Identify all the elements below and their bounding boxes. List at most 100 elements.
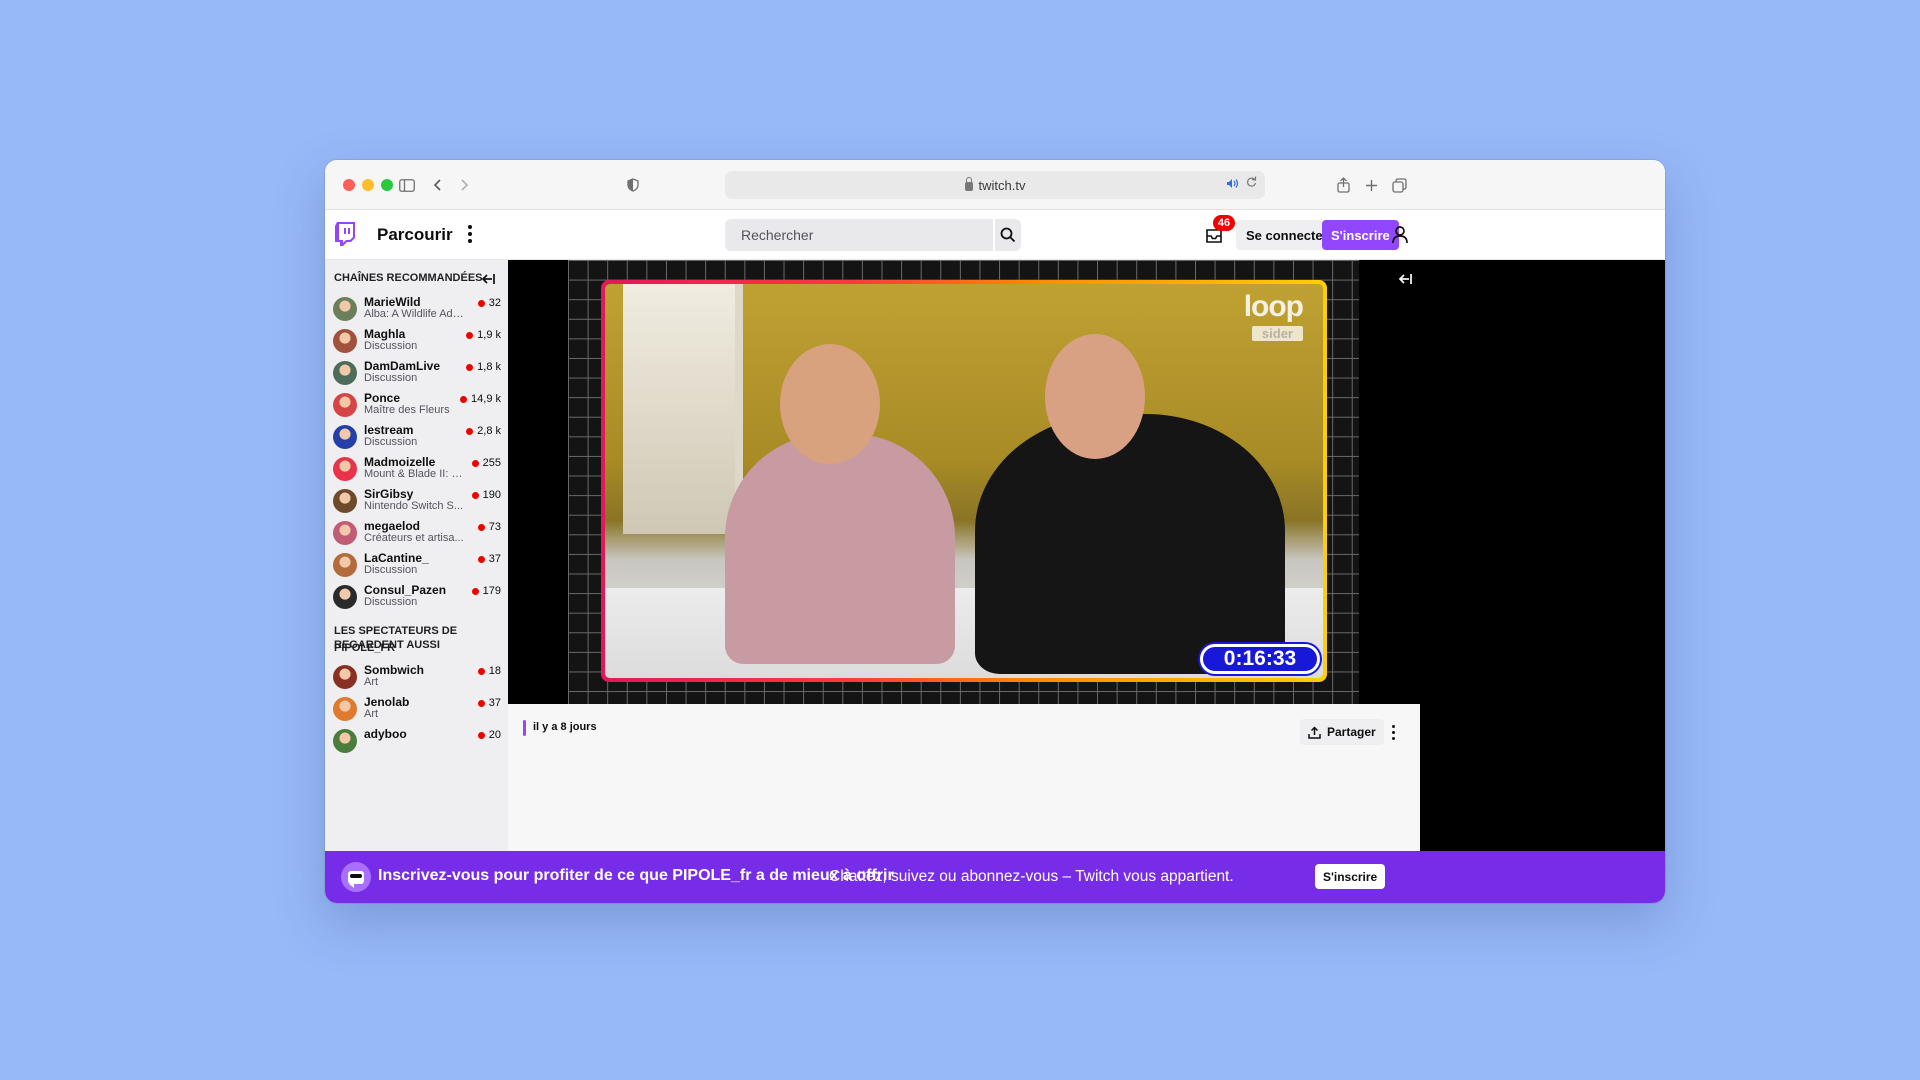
- viewer-count: 20: [488, 729, 501, 741]
- live-viewers: 32: [477, 297, 501, 309]
- live-dot-icon: [460, 395, 468, 403]
- notification-badge: 46: [1213, 215, 1235, 231]
- channel-category: Discussion: [364, 372, 418, 384]
- zoom-window-button[interactable]: [381, 179, 393, 191]
- browser-toolbar: twitch.tv: [325, 160, 1665, 210]
- live-dot-icon: [466, 427, 474, 435]
- signup-banner: Inscrivez-vous pour profiter de ce que P…: [325, 851, 1665, 903]
- live-dot-icon: [471, 459, 479, 467]
- channel-avatar: [333, 729, 357, 753]
- channel-avatar: [333, 585, 357, 609]
- channel-category: Nintendo Switch S...: [364, 500, 464, 512]
- close-window-button[interactable]: [343, 179, 355, 191]
- twitch-logo-icon[interactable]: [335, 222, 355, 246]
- forward-icon[interactable]: [453, 174, 475, 196]
- channel-category: Créateurs et artisa...: [364, 532, 464, 544]
- sidebar-channel-item[interactable]: adyboo 20: [325, 725, 508, 757]
- share-button[interactable]: Partager: [1300, 719, 1384, 745]
- sider-logo: sider: [1251, 326, 1303, 341]
- live-viewers: 255: [471, 457, 501, 469]
- channel-category: Art: [364, 708, 379, 720]
- sidebar-channel-item[interactable]: lestream Discussion 2,8 k: [325, 421, 508, 453]
- live-dot-icon: [477, 667, 485, 675]
- channel-category: Mount & Blade II: B...: [364, 468, 464, 480]
- viewer-count: 73: [488, 521, 501, 533]
- main-content: loop sider 0:16:33 il y a 8 jours Partag…: [508, 260, 1665, 851]
- channel-avatar: [333, 697, 357, 721]
- collapse-sidebar-icon[interactable]: [481, 272, 497, 286]
- sidebar-channel-item[interactable]: SirGibsy Nintendo Switch S... 190: [325, 485, 508, 517]
- new-tab-icon[interactable]: [1360, 174, 1382, 196]
- host-left-body: [725, 434, 955, 664]
- privacy-shield-icon[interactable]: [622, 174, 644, 196]
- user-menu-icon[interactable]: [1391, 224, 1411, 246]
- live-viewers: 1,9 k: [466, 329, 501, 341]
- channel-category: Discussion: [364, 340, 418, 352]
- share-icon[interactable]: [1332, 174, 1354, 196]
- viewer-count: 32: [488, 297, 501, 309]
- sidebar-channel-item[interactable]: Maghla Discussion 1,9 k: [325, 325, 508, 357]
- glitch-mascot-icon: [341, 862, 371, 892]
- live-viewers: 37: [477, 553, 501, 565]
- live-viewers: 20: [477, 729, 501, 741]
- video-frame: loop sider 0:16:33: [601, 280, 1327, 682]
- search-input[interactable]: [725, 219, 993, 251]
- more-menu-icon[interactable]: [463, 222, 477, 246]
- share-label: Partager: [1327, 725, 1376, 739]
- channel-avatar: [333, 553, 357, 577]
- background-window: [623, 284, 743, 534]
- viewer-count: 1,8 k: [477, 361, 501, 373]
- lock-icon: [964, 176, 973, 191]
- channel-name: Madmoizelle: [364, 455, 436, 469]
- host-left-head: [780, 344, 880, 464]
- channel-avatar: [333, 297, 357, 321]
- banner-signup-button[interactable]: S'inscrire: [1315, 864, 1386, 889]
- recommended-channels-heading: CHAÎNES RECOMMANDÉES: [334, 272, 483, 284]
- viewer-count: 255: [482, 457, 501, 469]
- sidebar-channel-item[interactable]: Jenolab Art 37: [325, 693, 508, 725]
- sidebar-channel-item[interactable]: Madmoizelle Mount & Blade II: B... 255: [325, 453, 508, 485]
- channels-sidebar: CHAÎNES RECOMMANDÉES MarieWild Alba: A Wi…: [325, 260, 508, 851]
- channel-name: Maghla: [364, 327, 406, 341]
- sidebar-channel-item[interactable]: DamDamLive Discussion 1,8 k: [325, 357, 508, 389]
- sidebar-channel-item[interactable]: LaCantine_ Discussion 37: [325, 549, 508, 581]
- address-bar[interactable]: twitch.tv: [725, 171, 1265, 199]
- collapse-chat-icon[interactable]: [1398, 272, 1412, 286]
- live-dot-icon: [477, 523, 485, 531]
- sidebar-channel-item[interactable]: megaelod Créateurs et artisa... 73: [325, 517, 508, 549]
- sidebar-channel-item[interactable]: Ponce Maître des Fleurs 14,9 k: [325, 389, 508, 421]
- channel-name: Ponce: [364, 391, 401, 405]
- channel-name: Jenolab: [364, 695, 410, 709]
- video-player[interactable]: loop sider 0:16:33: [508, 260, 1420, 704]
- signup-button[interactable]: S'inscrire: [1322, 220, 1399, 250]
- sidebar-toggle-icon[interactable]: [396, 174, 418, 196]
- sidebar-channel-item[interactable]: MarieWild Alba: A Wildlife Adv... 32: [325, 293, 508, 325]
- live-dot-icon: [477, 299, 485, 307]
- minimize-window-button[interactable]: [362, 179, 374, 191]
- sidebar-channel-item[interactable]: Consul_Pazen Discussion 179: [325, 581, 508, 613]
- search-button[interactable]: [995, 219, 1021, 251]
- video-scene: loop sider 0:16:33: [605, 284, 1323, 678]
- loop-logo: loop: [1243, 290, 1304, 323]
- live-dot-icon: [466, 363, 474, 371]
- site-header: Parcourir 46 Se connecter S'inscrire: [325, 210, 1665, 260]
- reload-icon[interactable]: [1246, 176, 1257, 191]
- live-viewers: 179: [471, 585, 501, 597]
- viewer-count: 2,8 k: [477, 425, 501, 437]
- browse-link[interactable]: Parcourir: [377, 225, 453, 245]
- live-dot-icon: [471, 587, 479, 595]
- speaker-icon[interactable]: [1226, 177, 1239, 192]
- video-more-icon[interactable]: [1390, 722, 1396, 742]
- viewer-count: 37: [488, 697, 501, 709]
- channel-category: Maître des Fleurs: [364, 404, 450, 416]
- back-icon[interactable]: [427, 174, 449, 196]
- host-right-head: [1045, 334, 1145, 459]
- channel-avatar: [333, 425, 357, 449]
- sidebar-channel-item[interactable]: Sombwich Art 18: [325, 661, 508, 693]
- viewer-count: 179: [482, 585, 501, 597]
- tab-overview-icon[interactable]: [1388, 174, 1410, 196]
- url-text: twitch.tv: [978, 177, 1026, 193]
- channel-avatar: [333, 665, 357, 689]
- channel-name: Consul_Pazen: [364, 583, 447, 597]
- channel-category: Art: [364, 676, 379, 688]
